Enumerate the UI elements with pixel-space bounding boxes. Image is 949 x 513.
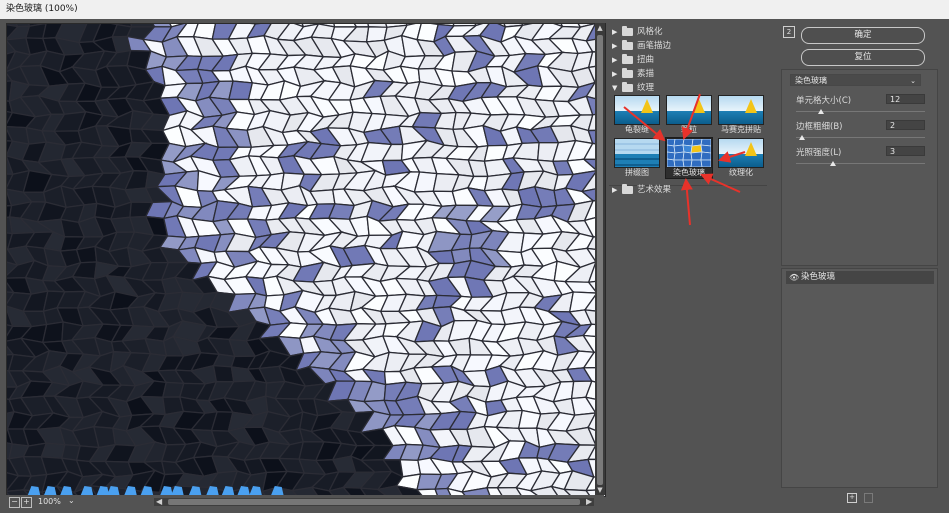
folder-brush-strokes[interactable]: ▶ 画笔描边: [609, 39, 767, 53]
zoom-in-button[interactable]: +: [21, 497, 32, 508]
filter-thumb-craquelure[interactable]: 龟裂缝: [614, 95, 660, 135]
zoom-out-button[interactable]: −: [9, 497, 20, 508]
slider-knob[interactable]: [830, 161, 836, 166]
effect-layer-row[interactable]: 👁 染色玻璃: [786, 271, 934, 284]
texture-filter-thumbnails: 龟裂缝 颗粒 马赛克拼贴 拼缀图 染色玻璃 纹理化: [609, 93, 767, 185]
eye-icon[interactable]: 👁: [789, 271, 799, 284]
filter-preview-thumbnail: [718, 138, 764, 168]
expand-arrow-icon[interactable]: ▶: [612, 39, 617, 53]
reset-button[interactable]: 复位: [801, 49, 925, 66]
new-effect-layer-icon[interactable]: +: [847, 493, 857, 503]
horizontal-scroll-thumb[interactable]: [168, 499, 580, 505]
expand-arrow-icon[interactable]: ▶: [612, 183, 617, 197]
filter-gallery: ▶ 风格化 ▶ 画笔描边 ▶ 扭曲 ▶ 素描 ▼ 纹理 龟裂缝 颗粒 马赛克拼贴: [609, 23, 767, 493]
cell-size-label: 单元格大小(C): [796, 96, 852, 106]
glass-cell: [75, 245, 98, 264]
vertical-scroll-thumb[interactable]: [597, 35, 603, 485]
delete-effect-layer-icon[interactable]: [864, 493, 873, 503]
window-titlebar: 染色玻璃 (100%): [0, 0, 949, 19]
preview-horizontal-scrollbar[interactable]: ◀ ▶: [154, 497, 594, 506]
border-thickness-slider[interactable]: [796, 135, 925, 140]
stained-glass-thumbnail-icon: [667, 139, 711, 167]
zoom-dropdown-icon[interactable]: ⌄: [68, 496, 75, 505]
scroll-down-arrow-icon[interactable]: ▼: [595, 485, 605, 495]
slider-knob[interactable]: [818, 109, 824, 114]
preview-vertical-scrollbar[interactable]: ▲ ▼: [595, 23, 605, 495]
filter-options: 染色玻璃 ⌄ 单元格大小(C) 12 边框粗细(B) 2 光照强度(L) 3: [781, 69, 938, 266]
slider-knob[interactable]: [799, 135, 805, 140]
folder-icon: [622, 184, 633, 194]
folder-artistic[interactable]: ▶ 艺术效果: [609, 183, 767, 197]
effect-layers-list: 👁 染色玻璃: [781, 268, 938, 488]
cell-size-input[interactable]: 12: [886, 94, 925, 104]
light-intensity-label: 光照强度(L): [796, 148, 842, 158]
folder-open-icon: [622, 82, 633, 92]
stained-glass-preview-image: [7, 24, 605, 496]
scroll-right-arrow-icon[interactable]: ▶: [586, 497, 592, 506]
folder-icon: [622, 26, 633, 36]
filter-preview-thumbnail: [614, 95, 660, 125]
scroll-up-arrow-icon[interactable]: ▲: [595, 23, 605, 33]
filter-thumb-stained-glass[interactable]: 染色玻璃: [665, 137, 713, 179]
expand-arrow-icon[interactable]: ▶: [612, 53, 617, 67]
expand-arrow-icon[interactable]: ▶: [612, 25, 617, 39]
filter-preview-thumbnail: [614, 138, 660, 168]
folder-stylize[interactable]: ▶ 风格化: [609, 25, 767, 39]
filter-preview-thumbnail: [666, 95, 712, 125]
filter-thumb-texturizer[interactable]: 纹理化: [718, 138, 764, 178]
collapse-gallery-toggle[interactable]: 2: [783, 26, 795, 38]
window-title: 染色玻璃 (100%): [6, 4, 78, 14]
glass-cell: [40, 442, 66, 459]
border-thickness-label: 边框粗细(B): [796, 122, 843, 132]
ok-button[interactable]: 确定: [801, 27, 925, 44]
folder-sketch[interactable]: ▶ 素描: [609, 67, 767, 81]
light-intensity-slider[interactable]: [796, 161, 925, 166]
filter-thumb-mosaic-tiles[interactable]: 马赛克拼贴: [718, 95, 764, 135]
expand-arrow-icon[interactable]: ▶: [612, 67, 617, 81]
zoom-level[interactable]: 100%: [38, 497, 61, 506]
filter-settings-panel: 2 确定 复位 染色玻璃 ⌄ 单元格大小(C) 12 边框粗细(B) 2 光照强…: [776, 23, 944, 503]
folder-icon: [622, 54, 633, 64]
filter-thumb-grain[interactable]: 颗粒: [666, 95, 712, 135]
chevron-down-icon: ⌄: [910, 77, 916, 85]
folder-distort[interactable]: ▶ 扭曲: [609, 53, 767, 67]
filter-preview-canvas[interactable]: [6, 23, 606, 497]
border-thickness-input[interactable]: 2: [886, 120, 925, 130]
light-intensity-input[interactable]: 3: [886, 146, 925, 156]
filter-select[interactable]: 染色玻璃 ⌄: [790, 74, 921, 86]
filter-preview-thumbnail: [666, 138, 712, 168]
folder-icon: [622, 68, 633, 78]
filter-preview-thumbnail: [718, 95, 764, 125]
preview-bottom-bar: − + 100% ⌄ ◀ ▶: [6, 495, 604, 509]
cell-size-slider[interactable]: [796, 109, 925, 114]
filter-thumb-patchwork[interactable]: 拼缀图: [614, 138, 660, 178]
glass-cell: [212, 364, 235, 383]
scroll-left-arrow-icon[interactable]: ◀: [156, 497, 162, 506]
folder-icon: [622, 40, 633, 50]
